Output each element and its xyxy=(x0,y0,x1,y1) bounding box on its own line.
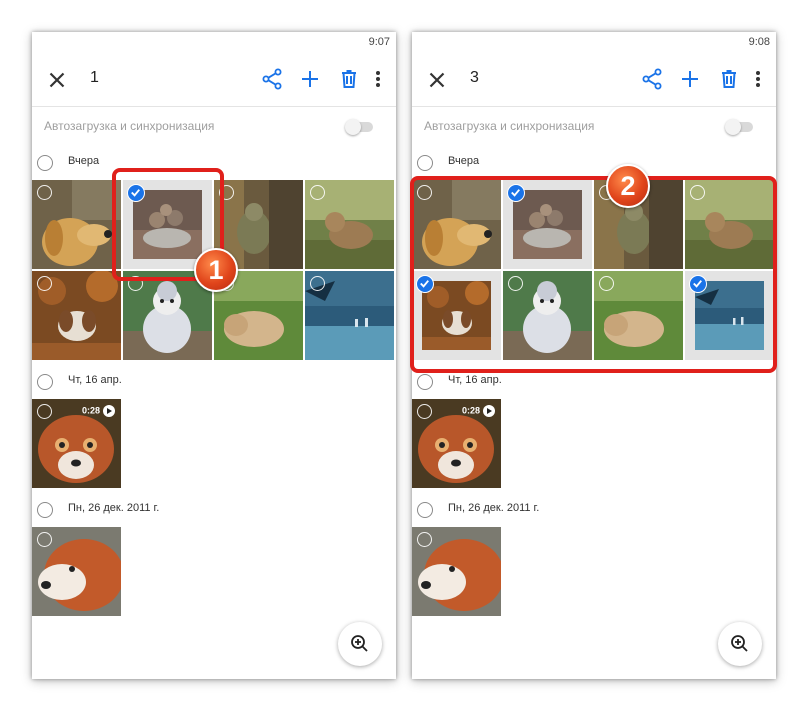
video-duration: 0:28 xyxy=(462,405,495,417)
select-circle[interactable] xyxy=(37,532,52,547)
video-duration: 0:28 xyxy=(82,405,115,417)
section-header: Чт, 16 апр. xyxy=(32,372,396,394)
share-icon[interactable] xyxy=(640,67,664,91)
sync-toggle[interactable] xyxy=(345,119,373,135)
duration-text: 0:28 xyxy=(461,405,480,416)
zoom-button[interactable] xyxy=(718,622,762,666)
select-circle[interactable] xyxy=(37,276,52,291)
section-date: Вчера xyxy=(68,155,100,167)
status-time: 9:08 xyxy=(748,36,770,48)
step-badge-1: 1 xyxy=(194,248,238,292)
select-circle[interactable] xyxy=(37,185,52,200)
add-icon[interactable] xyxy=(678,67,702,91)
select-circle[interactable] xyxy=(310,185,325,200)
sync-toggle[interactable] xyxy=(725,119,753,135)
photo-dog-golden[interactable] xyxy=(32,180,121,269)
select-circle[interactable] xyxy=(417,532,432,547)
select-circle[interactable] xyxy=(37,404,52,419)
selection-toolbar: 1 xyxy=(32,54,396,107)
close-icon[interactable] xyxy=(44,67,70,93)
section-header: Пн, 26 дек. 2011 г. xyxy=(412,500,776,522)
selected-count: 1 xyxy=(90,69,99,86)
trash-icon[interactable] xyxy=(337,67,361,91)
section-select-radio[interactable] xyxy=(37,502,53,518)
section-date: Пн, 26 дек. 2011 г. xyxy=(68,502,160,514)
selected-count: 3 xyxy=(470,69,479,86)
sync-row: Автозагрузка и синхронизация xyxy=(412,106,776,148)
add-icon[interactable] xyxy=(298,67,322,91)
section-select-radio[interactable] xyxy=(417,502,433,518)
step-badge-2: 2 xyxy=(606,164,650,208)
more-vert-icon[interactable] xyxy=(752,67,764,91)
zoom-in-icon xyxy=(351,635,368,652)
photo-red-panda[interactable] xyxy=(412,527,501,616)
section-select-radio[interactable] xyxy=(417,155,433,171)
close-icon[interactable] xyxy=(424,67,450,93)
photo-dog-leaves[interactable] xyxy=(32,271,121,360)
share-icon[interactable] xyxy=(260,67,284,91)
section-date: Чт, 16 апр. xyxy=(448,374,502,386)
section-header: Вчера xyxy=(412,153,776,175)
toggle-knob xyxy=(345,119,361,135)
section-date: Вчера xyxy=(448,155,480,167)
sync-row: Автозагрузка и синхронизация xyxy=(32,106,396,148)
toggle-knob xyxy=(725,119,741,135)
section-select-radio[interactable] xyxy=(417,374,433,390)
photo-red-panda[interactable] xyxy=(32,527,121,616)
play-icon xyxy=(483,405,495,417)
section-select-radio[interactable] xyxy=(37,374,53,390)
sync-label: Автозагрузка и синхронизация xyxy=(424,119,595,133)
photo-cat-grass[interactable] xyxy=(305,180,394,269)
selection-toolbar: 3 xyxy=(412,54,776,107)
play-icon xyxy=(103,405,115,417)
left-screen: 9:07 1 Автозагрузка и синхронизация Вчер… xyxy=(32,32,396,679)
more-vert-icon[interactable] xyxy=(372,67,384,91)
status-time: 9:07 xyxy=(368,36,390,48)
video-red-panda[interactable]: 0:28 xyxy=(412,399,501,488)
section-header: Чт, 16 апр. xyxy=(412,372,776,394)
duration-text: 0:28 xyxy=(81,405,100,416)
trash-icon[interactable] xyxy=(717,67,741,91)
zoom-in-icon xyxy=(731,635,748,652)
zoom-button[interactable] xyxy=(338,622,382,666)
section-date: Чт, 16 апр. xyxy=(68,374,122,386)
select-circle[interactable] xyxy=(310,276,325,291)
photo-deer-lake[interactable] xyxy=(305,271,394,360)
section-header: Пн, 26 дек. 2011 г. xyxy=(32,500,396,522)
select-circle[interactable] xyxy=(417,404,432,419)
sync-label: Автозагрузка и синхронизация xyxy=(44,119,215,133)
section-date: Пн, 26 дек. 2011 г. xyxy=(448,502,540,514)
video-red-panda[interactable]: 0:28 xyxy=(32,399,121,488)
callout-highlight-2 xyxy=(410,176,777,373)
section-select-radio[interactable] xyxy=(37,155,53,171)
